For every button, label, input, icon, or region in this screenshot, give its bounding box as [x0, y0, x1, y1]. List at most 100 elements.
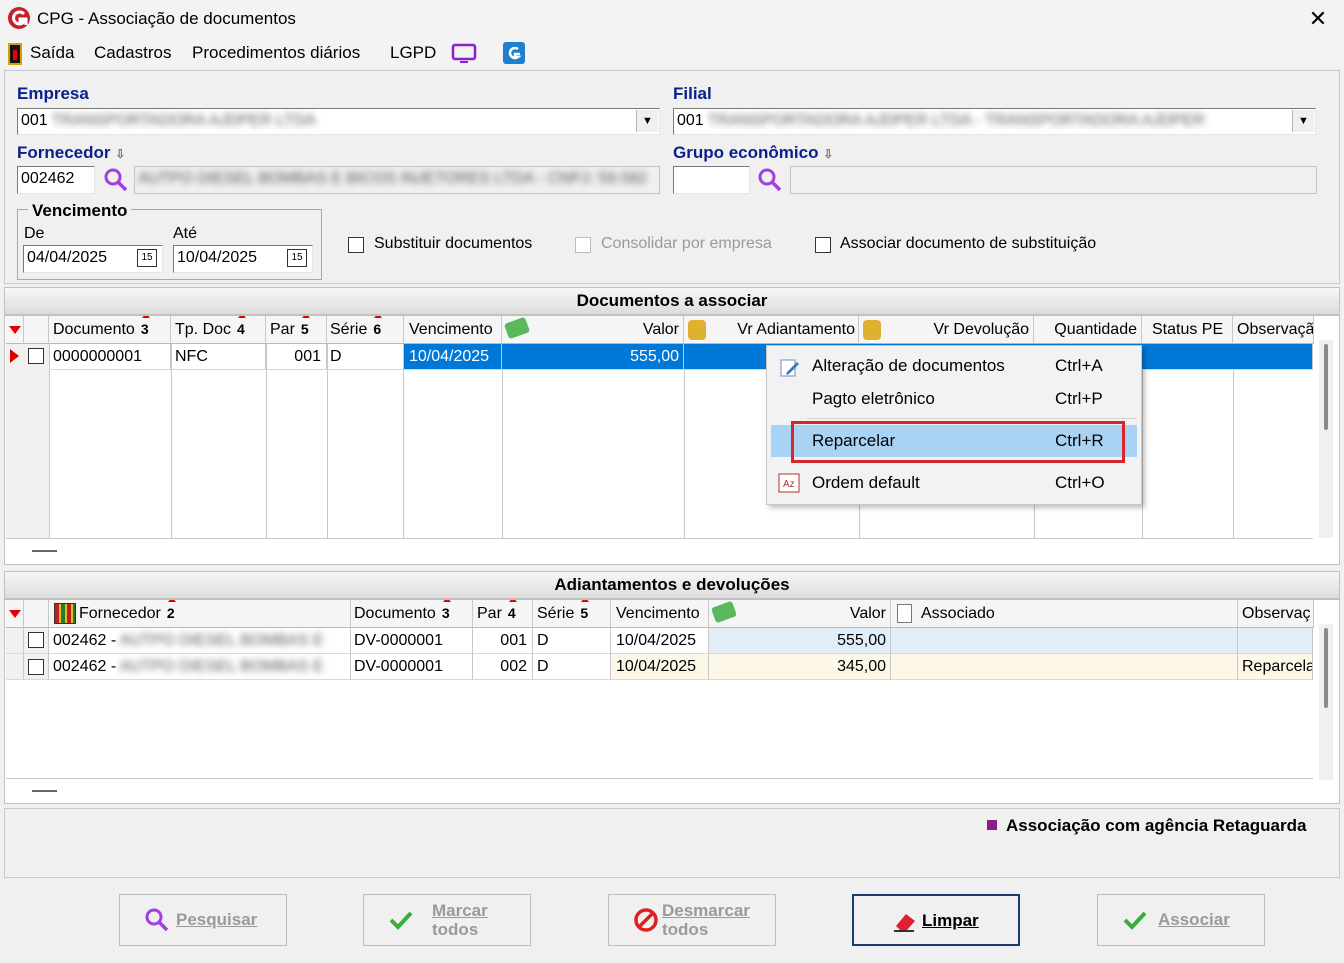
cell-observacao: Reparcela — [1238, 654, 1313, 680]
col-vencimento[interactable]: Vencimento — [611, 600, 709, 628]
window-title: CPG - Associação de documentos — [37, 9, 296, 28]
menu-procedimentos[interactable]: Procedimentos diários — [192, 43, 360, 63]
col-par[interactable]: Par 4 — [473, 600, 533, 628]
search-icon[interactable] — [757, 167, 783, 193]
down-arrow-icon: ⇩ — [115, 147, 126, 161]
empresa-code: 001 — [21, 112, 48, 129]
substituir-label: Substituir documentos — [374, 235, 533, 252]
edit-icon — [780, 359, 799, 377]
filial-code: 001 — [677, 112, 704, 129]
cell-par: 001 — [266, 344, 327, 370]
exit-door-icon — [8, 43, 22, 65]
no-entry-icon — [634, 908, 658, 932]
chevron-down-icon[interactable]: ▼ — [1292, 110, 1314, 132]
row-checkbox[interactable] — [28, 659, 44, 675]
eraser-icon — [894, 914, 915, 932]
chevron-down-icon[interactable]: ▼ — [636, 110, 658, 132]
menu-item-pagto[interactable]: Pagto eletrônico Ctrl+P — [771, 383, 1137, 415]
col-serie[interactable]: Série 5 — [533, 600, 611, 628]
col-observacao[interactable]: Observaç — [1238, 600, 1314, 628]
context-menu: Alteração de documentos Ctrl+A Pagto elet… — [766, 345, 1142, 505]
limpar-button[interactable]: Limpar — [852, 894, 1020, 946]
cell-documento: DV-0000001 — [351, 654, 473, 680]
cell-valor: 345,00 — [709, 654, 891, 680]
cell-documento: DV-0000001 — [351, 628, 473, 654]
filial-label: Filial — [673, 84, 712, 103]
row-indicator-icon — [10, 349, 19, 363]
check-header — [24, 600, 49, 628]
fornecedor-code-input[interactable]: 002462 — [17, 166, 95, 194]
row-checkbox[interactable] — [28, 632, 44, 648]
cell-par: 002 — [473, 654, 533, 680]
associar-button[interactable]: Associar — [1097, 894, 1265, 946]
menu-cadastros[interactable]: Cadastros — [94, 43, 171, 63]
search-icon — [145, 908, 169, 932]
row-checkbox[interactable] — [28, 348, 44, 364]
empresa-select[interactable]: 001 TRANSPORTADORA AJDPER LTDA — [17, 108, 660, 135]
cell-documento: 0000000001 — [49, 344, 171, 370]
grupo-label: Grupo econômico ⇩ — [673, 143, 834, 162]
cell-tpdoc: NFC — [171, 344, 266, 370]
legend-text: Associação com agência Retaguarda — [1006, 816, 1307, 835]
col-status-pe[interactable]: Status PE — [1142, 316, 1233, 344]
cell-observacao — [1238, 628, 1313, 654]
consolidar-checkbox — [575, 237, 591, 253]
col-associado[interactable]: Associado — [891, 600, 1238, 628]
calendar-icon[interactable]: 15 — [137, 249, 157, 267]
desmarcar-todos-button[interactable]: Desmarcar todos — [608, 894, 776, 946]
coins-icon — [688, 320, 706, 340]
app-logo-icon — [8, 7, 30, 29]
app-g-icon[interactable] — [502, 41, 526, 65]
docs-scrollbar[interactable] — [1319, 340, 1333, 538]
cell-vencimento: 10/04/2025 — [404, 344, 502, 370]
col-valor[interactable]: Valor — [709, 600, 891, 628]
empresa-name: TRANSPORTADORA AJDPER LTDA — [51, 112, 316, 129]
col-vr-devolucao[interactable]: Vr Devolução — [859, 316, 1034, 344]
associar-subst-checkbox[interactable] — [815, 237, 831, 253]
cell-serie: D — [327, 344, 404, 370]
menu-lgpd[interactable]: LGPD — [390, 43, 436, 63]
associar-subst-label: Associar documento de substituição — [840, 235, 1097, 252]
col-valor[interactable]: Valor — [502, 316, 684, 344]
pesquisar-button[interactable]: Pesquisar — [119, 894, 287, 946]
cell-fornecedor: 002462 - AUTPO DIESEL BOMBAS E — [49, 628, 351, 654]
col-fornecedor[interactable]: Fornecedor 2 — [49, 600, 351, 628]
svg-text:Az: Az — [783, 479, 795, 490]
close-button[interactable]: ✕ — [1306, 6, 1330, 32]
col-vr-adiantamento[interactable]: Vr Adiantamento — [684, 316, 859, 344]
check-header — [24, 316, 49, 344]
cell-par: 001 — [473, 628, 533, 654]
fornecedor-name-field: AUTPO DIESEL BOMBAS E BICOS INJETORES LT… — [134, 166, 660, 194]
cell-associado — [891, 628, 1238, 654]
col-observacao[interactable]: Observaçã — [1233, 316, 1314, 344]
col-quantidade[interactable]: Quantidade — [1034, 316, 1142, 344]
col-tpdoc[interactable]: Tp. Doc 4 — [171, 316, 266, 344]
resize-handle[interactable] — [32, 790, 57, 792]
filial-select[interactable]: 001 TRANSPORTADORA AJDPER LTDA - TRANSPO… — [673, 108, 1316, 135]
menu-item-ordem[interactable]: Az Ordem default Ctrl+O — [771, 467, 1137, 499]
col-par[interactable]: Par 5 — [266, 316, 327, 344]
col-documento[interactable]: Documento 3 — [351, 600, 473, 628]
down-arrow-icon: ⇩ — [823, 147, 834, 161]
marcar-todos-button[interactable]: Marcar todos — [363, 894, 531, 946]
adiant-scrollbar[interactable] — [1319, 624, 1333, 780]
menu-saida[interactable]: Saída — [30, 43, 74, 63]
search-icon[interactable] — [103, 167, 129, 193]
monitor-icon[interactable] — [451, 42, 477, 66]
legend-swatch — [987, 820, 997, 830]
document-icon — [897, 604, 912, 623]
substituir-checkbox[interactable] — [348, 237, 364, 253]
col-vencimento[interactable]: Vencimento — [404, 316, 502, 344]
menu-item-alteracao[interactable]: Alteração de documentos Ctrl+A — [771, 350, 1137, 382]
adiant-section-title: Adiantamentos e devoluções — [4, 571, 1340, 599]
col-serie[interactable]: Série 6 — [327, 316, 404, 344]
col-documento[interactable]: Documento 3 — [49, 316, 171, 344]
cell-serie: D — [533, 628, 611, 654]
cell-valor: 555,00 — [709, 628, 891, 654]
de-label: De — [24, 225, 45, 242]
docs-section-title: Documentos a associar — [4, 287, 1340, 315]
empresa-label: Empresa — [17, 84, 89, 103]
calendar-icon[interactable]: 15 — [287, 249, 307, 267]
grupo-code-input[interactable] — [673, 166, 750, 194]
resize-handle[interactable] — [32, 550, 57, 552]
